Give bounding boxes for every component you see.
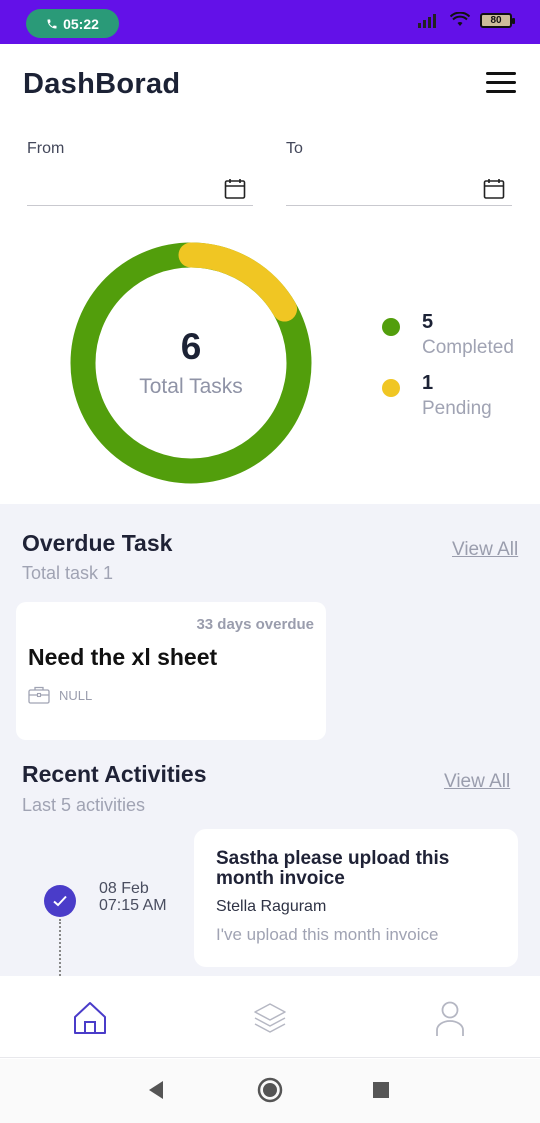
status-time: 05:22 xyxy=(63,15,99,32)
activity-message: I've upload this month invoice xyxy=(216,925,439,944)
phone-icon xyxy=(47,19,57,28)
wifi-icon xyxy=(450,12,470,26)
battery-icon: 80 xyxy=(480,12,515,28)
nav-profile[interactable] xyxy=(430,998,470,1038)
calendar-icon[interactable] xyxy=(223,177,247,201)
from-date-input[interactable] xyxy=(27,178,207,200)
hamburger-menu-button[interactable] xyxy=(486,72,516,96)
status-icons: 80 xyxy=(418,12,515,28)
home-icon xyxy=(74,1002,106,1034)
recent-activities-subtitle: Last 5 activities xyxy=(22,795,146,815)
total-tasks-count: 6 xyxy=(180,326,202,367)
hamburger-menu-icon xyxy=(486,72,516,75)
pending-dot-icon xyxy=(382,379,400,397)
pending-label: Pending xyxy=(422,398,492,419)
calendar-icon[interactable] xyxy=(482,177,506,201)
timeline-connector xyxy=(59,919,61,976)
pending-count: 1 xyxy=(422,372,434,394)
ongoing-call-pill[interactable]: 05:22 xyxy=(26,9,119,38)
overdue-task-card[interactable]: 33 days overdue Need the xl sheet NULL xyxy=(16,602,326,740)
from-date-field[interactable]: From xyxy=(27,138,253,206)
activity-date: 08 Feb xyxy=(99,880,149,897)
from-date-label: From xyxy=(27,140,65,157)
activity-card[interactable]: Sastha please upload this month invoice … xyxy=(194,829,518,967)
activity-user: Stella Raguram xyxy=(216,898,327,915)
task-title: Need the xl sheet xyxy=(28,644,218,670)
nav-home[interactable] xyxy=(70,998,110,1038)
activity-datetime: 08 Feb 07:15 AM xyxy=(99,880,167,914)
profile-icon xyxy=(436,1001,464,1036)
check-icon xyxy=(53,895,67,907)
bottom-navigation xyxy=(0,976,540,1058)
recent-activities-title: Recent Activities xyxy=(22,761,207,787)
task-project: NULL xyxy=(28,686,92,704)
overdue-task-subtitle: Total task 1 xyxy=(22,563,114,583)
status-bar: 05:22 80 xyxy=(0,0,540,44)
briefcase-icon xyxy=(28,686,50,704)
activity-title: Sastha please upload this month invoice xyxy=(216,848,450,889)
activities-view-all-link[interactable]: View All xyxy=(444,771,510,793)
task-project-name: NULL xyxy=(59,687,93,703)
to-date-label: To xyxy=(286,140,303,157)
layers-icon xyxy=(254,1003,286,1033)
overdue-view-all-link[interactable]: View All xyxy=(452,539,518,561)
signal-icon xyxy=(418,14,436,28)
completed-label: Completed xyxy=(422,337,514,358)
task-feed-section: Overdue Task Total task 1 View All 33 da… xyxy=(0,504,540,976)
nav-tasks[interactable] xyxy=(250,998,290,1038)
to-date-field[interactable]: To xyxy=(286,138,512,206)
overdue-task-title: Overdue Task xyxy=(22,530,173,556)
back-icon[interactable] xyxy=(146,1079,166,1101)
overdue-days-badge: 33 days overdue xyxy=(196,616,314,633)
recents-icon[interactable] xyxy=(372,1081,390,1099)
to-date-input[interactable] xyxy=(286,178,466,200)
system-navigation-bar xyxy=(0,1059,540,1123)
completed-dot-icon xyxy=(382,318,400,336)
page-title: DashBorad xyxy=(23,68,181,100)
completed-count: 5 xyxy=(422,311,434,333)
activity-time: 07:15 AM xyxy=(99,897,167,914)
total-tasks-label: Total Tasks xyxy=(139,375,243,398)
home-circle-icon[interactable] xyxy=(257,1077,283,1103)
activity-done-check xyxy=(44,885,76,917)
